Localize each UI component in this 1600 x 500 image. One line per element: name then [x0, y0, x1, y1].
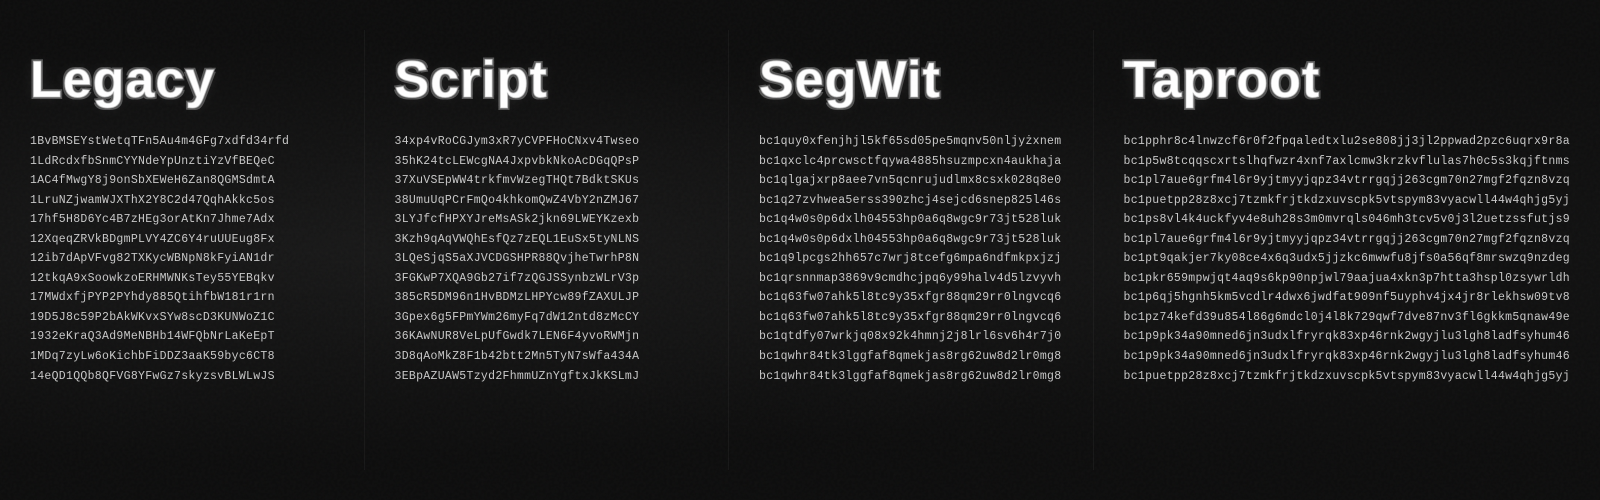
- address-item[interactable]: 3LQeSjqS5aXJVCDGSHPR88QvjheTwrhP8N: [395, 249, 699, 269]
- address-item[interactable]: bc1pl7aue6grfm4l6r9yjtmyyjqpz34vtrrgqjj2…: [1124, 171, 1570, 191]
- address-item[interactable]: bc1p9pk34a90mned6jn3udxlfryrqk83xp46rnk2…: [1124, 347, 1570, 367]
- column-taproot: Taproot bc1pphr8c4lnwzcf6r0f2fpqaledtxlu2…: [1094, 30, 1600, 470]
- taproot-title: Taproot: [1124, 50, 1570, 110]
- segwit-address-list: bc1quy0xfenjhjl5kf65sd05pe5mqnv50nljyżxn…: [759, 132, 1063, 386]
- address-item[interactable]: 1BvBMSEYstWetqTFn5Au4m4GFg7xdfd34rfd: [30, 132, 334, 152]
- address-item[interactable]: 17MWdxfjPYP2PYhdy885QtihfbW181r1rn: [30, 288, 334, 308]
- address-item[interactable]: 3Kzh9qAqVWQhEsfQz7zEQL1EuSx5tyNLNS: [395, 230, 699, 250]
- script-address-list: 34xp4vRoCGJym3xR7yCVPFHoCNxv4Twseo35hK24…: [395, 132, 699, 386]
- address-item[interactable]: bc1puetpp28z8xcj7tzmkfrjtkdzxuvscpk5vtsp…: [1124, 191, 1570, 211]
- address-item[interactable]: bc1pphr8c4lnwzcf6r0f2fpqaledtxlu2se808jj…: [1124, 132, 1570, 152]
- address-item[interactable]: 17hf5H8D6Yc4B7zHEg3orAtKn7Jhme7Adx: [30, 210, 334, 230]
- address-item[interactable]: 14eQD1QQb8QFVG8YFwGz7skyzsvBLWLwJS: [30, 367, 334, 387]
- address-item[interactable]: bc1qtdfy07wrkjq08x92k4hmnj2j8lrl6sv6h4r7…: [759, 327, 1063, 347]
- column-segwit: SegWit bc1quy0xfenjhjl5kf65sd05pe5mqnv50n…: [729, 30, 1094, 470]
- address-item[interactable]: 385cR5DM96n1HvBDMzLHPYcw89fZAXULJP: [395, 288, 699, 308]
- taproot-address-list: bc1pphr8c4lnwzcf6r0f2fpqaledtxlu2se808jj…: [1124, 132, 1570, 386]
- address-item[interactable]: 12XqeqZRVkBDgmPLVY4ZC6Y4ruUUEug8Fx: [30, 230, 334, 250]
- address-item[interactable]: 37XuVSEpWW4trkfmvWzegTHQt7BdktSKUs: [395, 171, 699, 191]
- address-item[interactable]: bc1q63fw07ahk5l8tc9y35xfgr88qm29rr0lngvc…: [759, 288, 1063, 308]
- address-item[interactable]: 12tkqA9xSoowkzoERHMWNKsTey55YEBqkv: [30, 269, 334, 289]
- address-item[interactable]: 12ib7dApVFvg82TXKycWBNpN8kFyiAN1dr: [30, 249, 334, 269]
- address-item[interactable]: 38UmuUqPCrFmQo4khkomQwZ4VbY2nZMJ67: [395, 191, 699, 211]
- legacy-address-list: 1BvBMSEYstWetqTFn5Au4m4GFg7xdfd34rfd1LdR…: [30, 132, 334, 386]
- column-script: Script 34xp4vRoCGJym3xR7yCVPFHoCNxv4Twseo…: [365, 30, 730, 470]
- address-item[interactable]: 36KAwNUR8VeLpUfGwdk7LEN6F4yvoRWMjn: [395, 327, 699, 347]
- address-item[interactable]: bc1q63fw07ahk5l8tc9y35xfgr88qm29rr0lngvc…: [759, 308, 1063, 328]
- address-item[interactable]: 35hK24tcLEWcgNA4JxpvbkNkoAcDGqQPsP: [395, 152, 699, 172]
- address-item[interactable]: 1LruNZjwamWJXThX2Y8C2d47QqhAkkc5os: [30, 191, 334, 211]
- address-item[interactable]: bc1qrsnnmap3869v9cmdhcjpq6y99halv4d5lzvy…: [759, 269, 1063, 289]
- address-item[interactable]: bc1ps8vl4k4uckfyv4e8uh28s3m0mvrqls046mh3…: [1124, 210, 1570, 230]
- address-item[interactable]: bc1quy0xfenjhjl5kf65sd05pe5mqnv50nljyżxn…: [759, 132, 1063, 152]
- column-legacy: Legacy 1BvBMSEYstWetqTFn5Au4m4GFg7xdfd34r…: [0, 30, 365, 470]
- address-item[interactable]: bc1p6qj5hgnh5km5vcdlr4dwx6jwdfat909nf5uy…: [1124, 288, 1570, 308]
- address-item[interactable]: bc1qxclc4prcwsctfqywa4885hsuzmpcxn4aukha…: [759, 152, 1063, 172]
- address-item[interactable]: 1MDq7zyLw6oKichbFiDDZ3aaK59byc6CT8: [30, 347, 334, 367]
- address-item[interactable]: bc1q27zvhwea5erss390zhcj4sejcd6snep825l4…: [759, 191, 1063, 211]
- script-title: Script: [395, 50, 699, 110]
- address-item[interactable]: bc1p9pk34a90mned6jn3udxlfryrqk83xp46rnk2…: [1124, 327, 1570, 347]
- address-item[interactable]: bc1q4w0s0p6dxlh04553hp0a6q8wgc9r73jt528l…: [759, 230, 1063, 250]
- address-item[interactable]: 19D5J8c59P2bAkWKvxSYw8scD3KUNWoZ1C: [30, 308, 334, 328]
- address-item[interactable]: 3EBpAZUAW5Tzyd2FhmmUZnYgftxJkKSLmJ: [395, 367, 699, 387]
- address-item[interactable]: 1LdRcdxfbSnmCYYNdeYpUnztiYzVfBEQeC: [30, 152, 334, 172]
- address-item[interactable]: bc1qwhr84tk3lggfaf8qmekjas8rg62uw8d2lr0m…: [759, 367, 1063, 387]
- legacy-title: Legacy: [30, 50, 334, 110]
- address-item[interactable]: 3D8qAoMkZ8F1b42btt2Mn5TyN7sWfa434A: [395, 347, 699, 367]
- address-item[interactable]: bc1pl7aue6grfm4l6r9yjtmyyjqpz34vtrrgqjj2…: [1124, 230, 1570, 250]
- address-item[interactable]: bc1puetpp28z8xcj7tzmkfrjtkdzxuvscpk5vtsp…: [1124, 367, 1570, 387]
- address-item[interactable]: 3LYJfcfHPXYJreMsASk2jkn69LWEYKzexb: [395, 210, 699, 230]
- address-item[interactable]: bc1q9lpcgs2hh657c7wrj8tcefg6mpa6ndfmkpxj…: [759, 249, 1063, 269]
- address-item[interactable]: 1932eKraQ3Ad9MeNBHb14WFQbNrLaKeEpT: [30, 327, 334, 347]
- segwit-title: SegWit: [759, 50, 1063, 110]
- address-item[interactable]: bc1q4w0s0p6dxlh04553hp0a6q8wgc9r73jt528l…: [759, 210, 1063, 230]
- address-item[interactable]: bc1pz74kefd39u854l86g6mdcl0j4l8k729qwf7d…: [1124, 308, 1570, 328]
- address-item[interactable]: 1AC4fMwgY8j9onSbXEWeH6Zan8QGMSdmtA: [30, 171, 334, 191]
- address-item[interactable]: bc1qlgajxrp8aee7vn5qcnrujudlmx8csxk028q8…: [759, 171, 1063, 191]
- address-item[interactable]: bc1pt9qakjer7ky08ce4x6q3udx5jjzkc6mwwfu8…: [1124, 249, 1570, 269]
- address-item[interactable]: bc1qwhr84tk3lggfaf8qmekjas8rg62uw8d2lr0m…: [759, 347, 1063, 367]
- main-container: Legacy 1BvBMSEYstWetqTFn5Au4m4GFg7xdfd34r…: [0, 0, 1600, 500]
- address-item[interactable]: bc1p5w8tcqqscxrtslhqfwzr4xnf7axlcmw3krzk…: [1124, 152, 1570, 172]
- address-item[interactable]: 34xp4vRoCGJym3xR7yCVPFHoCNxv4Twseo: [395, 132, 699, 152]
- address-item[interactable]: bc1pkr659mpwjqt4aq9s6kp90npjwl79aajua4xk…: [1124, 269, 1570, 289]
- address-item[interactable]: 3Gpex6g5FPmYWm26myFq7dW12ntd8zMcCY: [395, 308, 699, 328]
- address-item[interactable]: 3FGKwP7XQA9Gb27if7zQGJSSynbzWLrV3p: [395, 269, 699, 289]
